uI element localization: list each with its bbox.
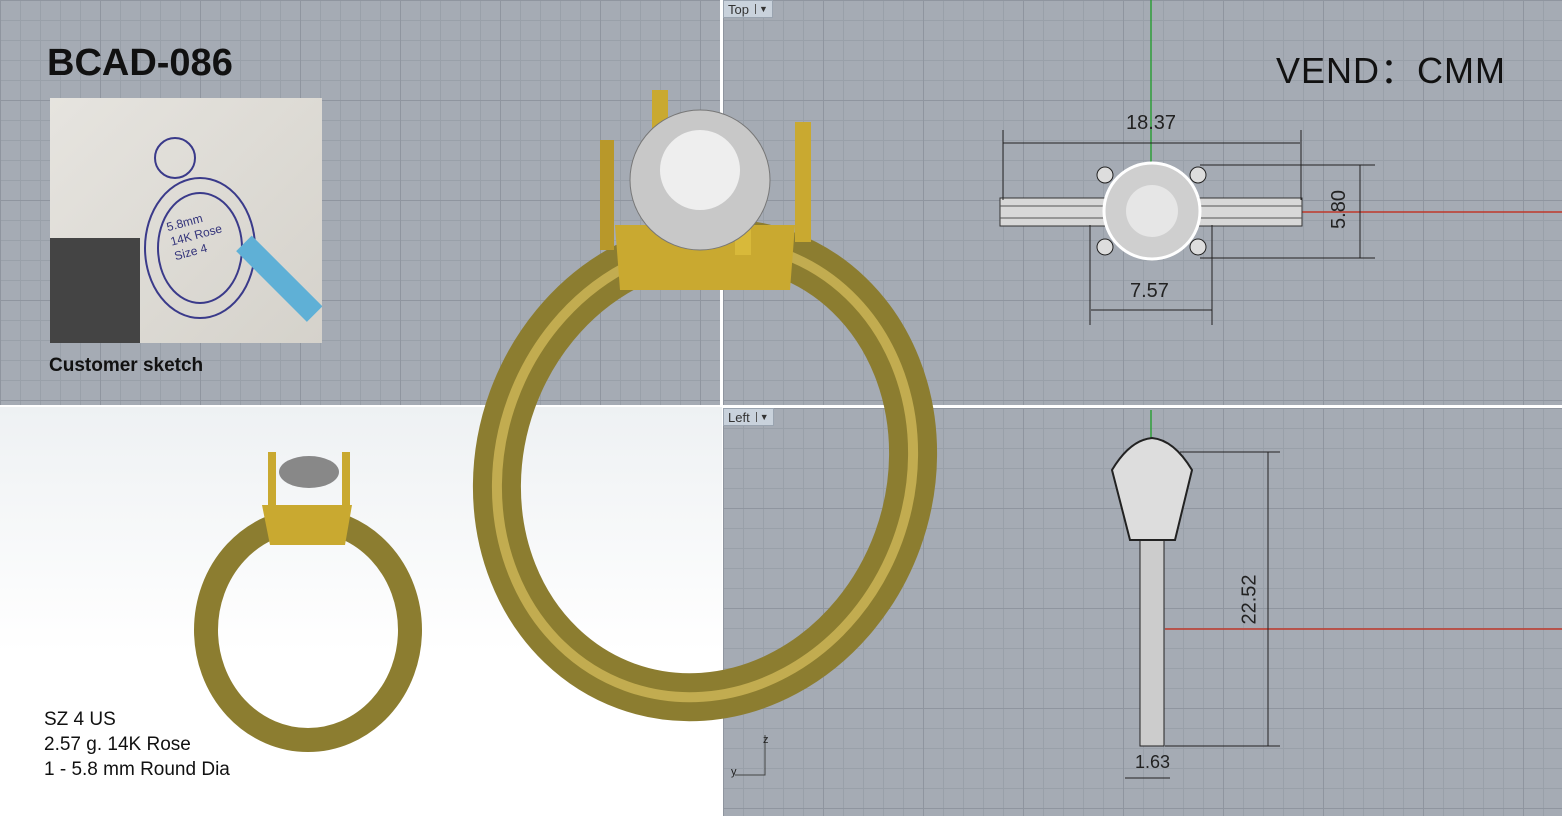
top-view-ring [999, 161, 1303, 261]
axis-label-z: z [763, 734, 769, 746]
left-view-ring [1110, 436, 1194, 747]
dim-width: 18.37 [1126, 112, 1177, 134]
dim-band: 1.63 [1135, 752, 1171, 772]
small-ring-render [194, 452, 422, 752]
axis-label-y: y [731, 766, 737, 778]
dim-height: 5.80 [1327, 190, 1350, 229]
dim-head: 7.57 [1130, 280, 1169, 302]
hero-ring-render [472, 90, 938, 722]
drawings [194, 0, 1562, 779]
dim-ring-height: 22.52 [1238, 574, 1261, 625]
